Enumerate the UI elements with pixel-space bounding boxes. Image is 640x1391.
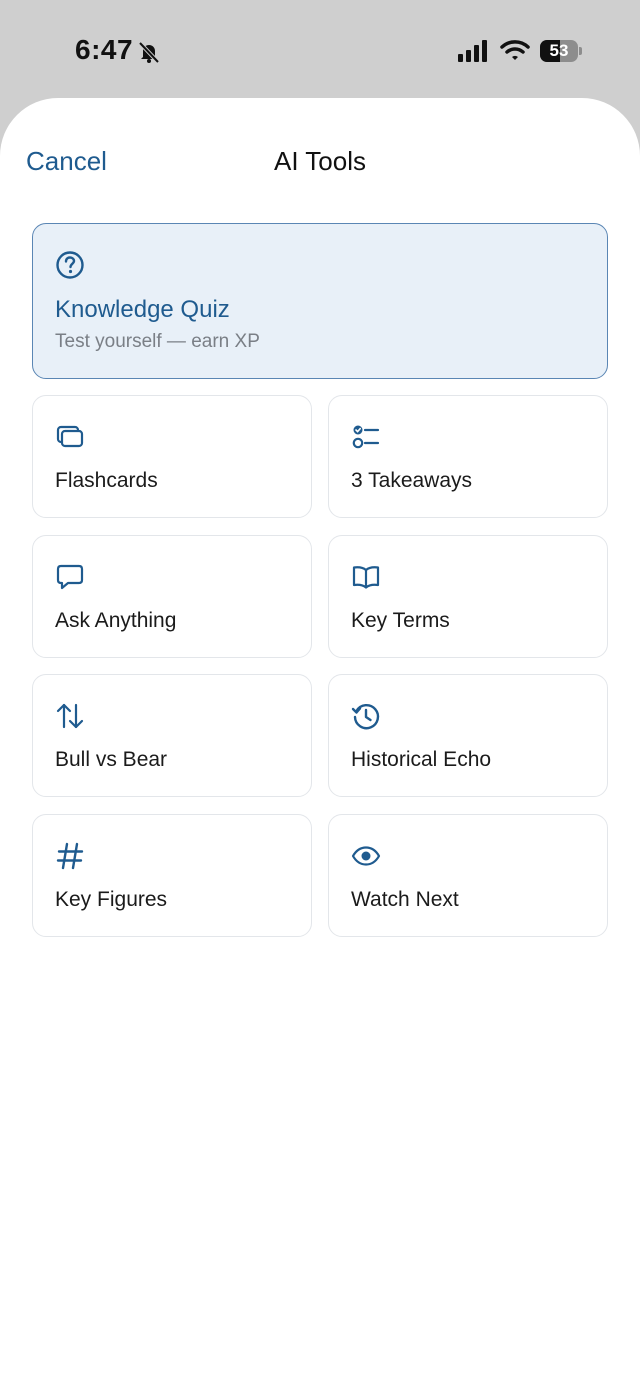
tool-card-takeaways[interactable]: 3 Takeaways [328,395,608,518]
question-circle-icon [55,250,85,280]
tool-label: Watch Next [351,888,459,911]
up-down-arrows-icon [55,701,85,731]
tool-card-flashcards[interactable]: Flashcards [32,395,312,518]
tool-label: Flashcards [55,469,158,492]
tool-card-ask-anything[interactable]: Ask Anything [32,535,312,658]
wifi-icon [500,38,530,62]
book-icon [351,562,381,592]
flashcards-icon [55,422,85,452]
knowledge-quiz-subtitle: Test yourself — earn XP [55,331,260,352]
battery-indicator: 53 [540,40,582,62]
eye-icon [351,841,381,871]
chat-bubble-icon [55,562,85,592]
checklist-icon [351,422,381,452]
cellular-signal-icon [458,40,490,62]
tool-card-watch-next[interactable]: Watch Next [328,814,608,937]
sheet-title: AI Tools [273,146,366,176]
tool-card-historical-echo[interactable]: Historical Echo [328,674,608,797]
battery-percent: 53 [549,41,569,60]
tool-label: Bull vs Bear [55,748,168,771]
tool-label: 3 Takeaways [351,469,473,492]
tool-label: Key Terms [351,609,450,632]
knowledge-quiz-title: Knowledge Quiz [55,296,230,323]
tool-card-bull-vs-bear[interactable]: Bull vs Bear [32,674,312,797]
tool-card-key-figures[interactable]: Key Figures [32,814,312,937]
bell-slash-icon [137,40,161,64]
tool-label: Key Figures [55,888,168,911]
history-icon [351,701,381,731]
tool-card-key-terms[interactable]: Key Terms [328,535,608,658]
status-time: 6:47 [75,34,134,65]
status-bar: 6:47 53 [0,0,640,100]
hashtag-icon [55,841,85,871]
knowledge-quiz-card[interactable]: Knowledge Quiz Test yourself — earn XP [32,223,608,379]
tool-label: Ask Anything [55,609,177,632]
tool-label: Historical Echo [351,748,492,771]
ai-tools-sheet: Cancel AI Tools Knowledge Quiz Test your… [0,98,640,1391]
